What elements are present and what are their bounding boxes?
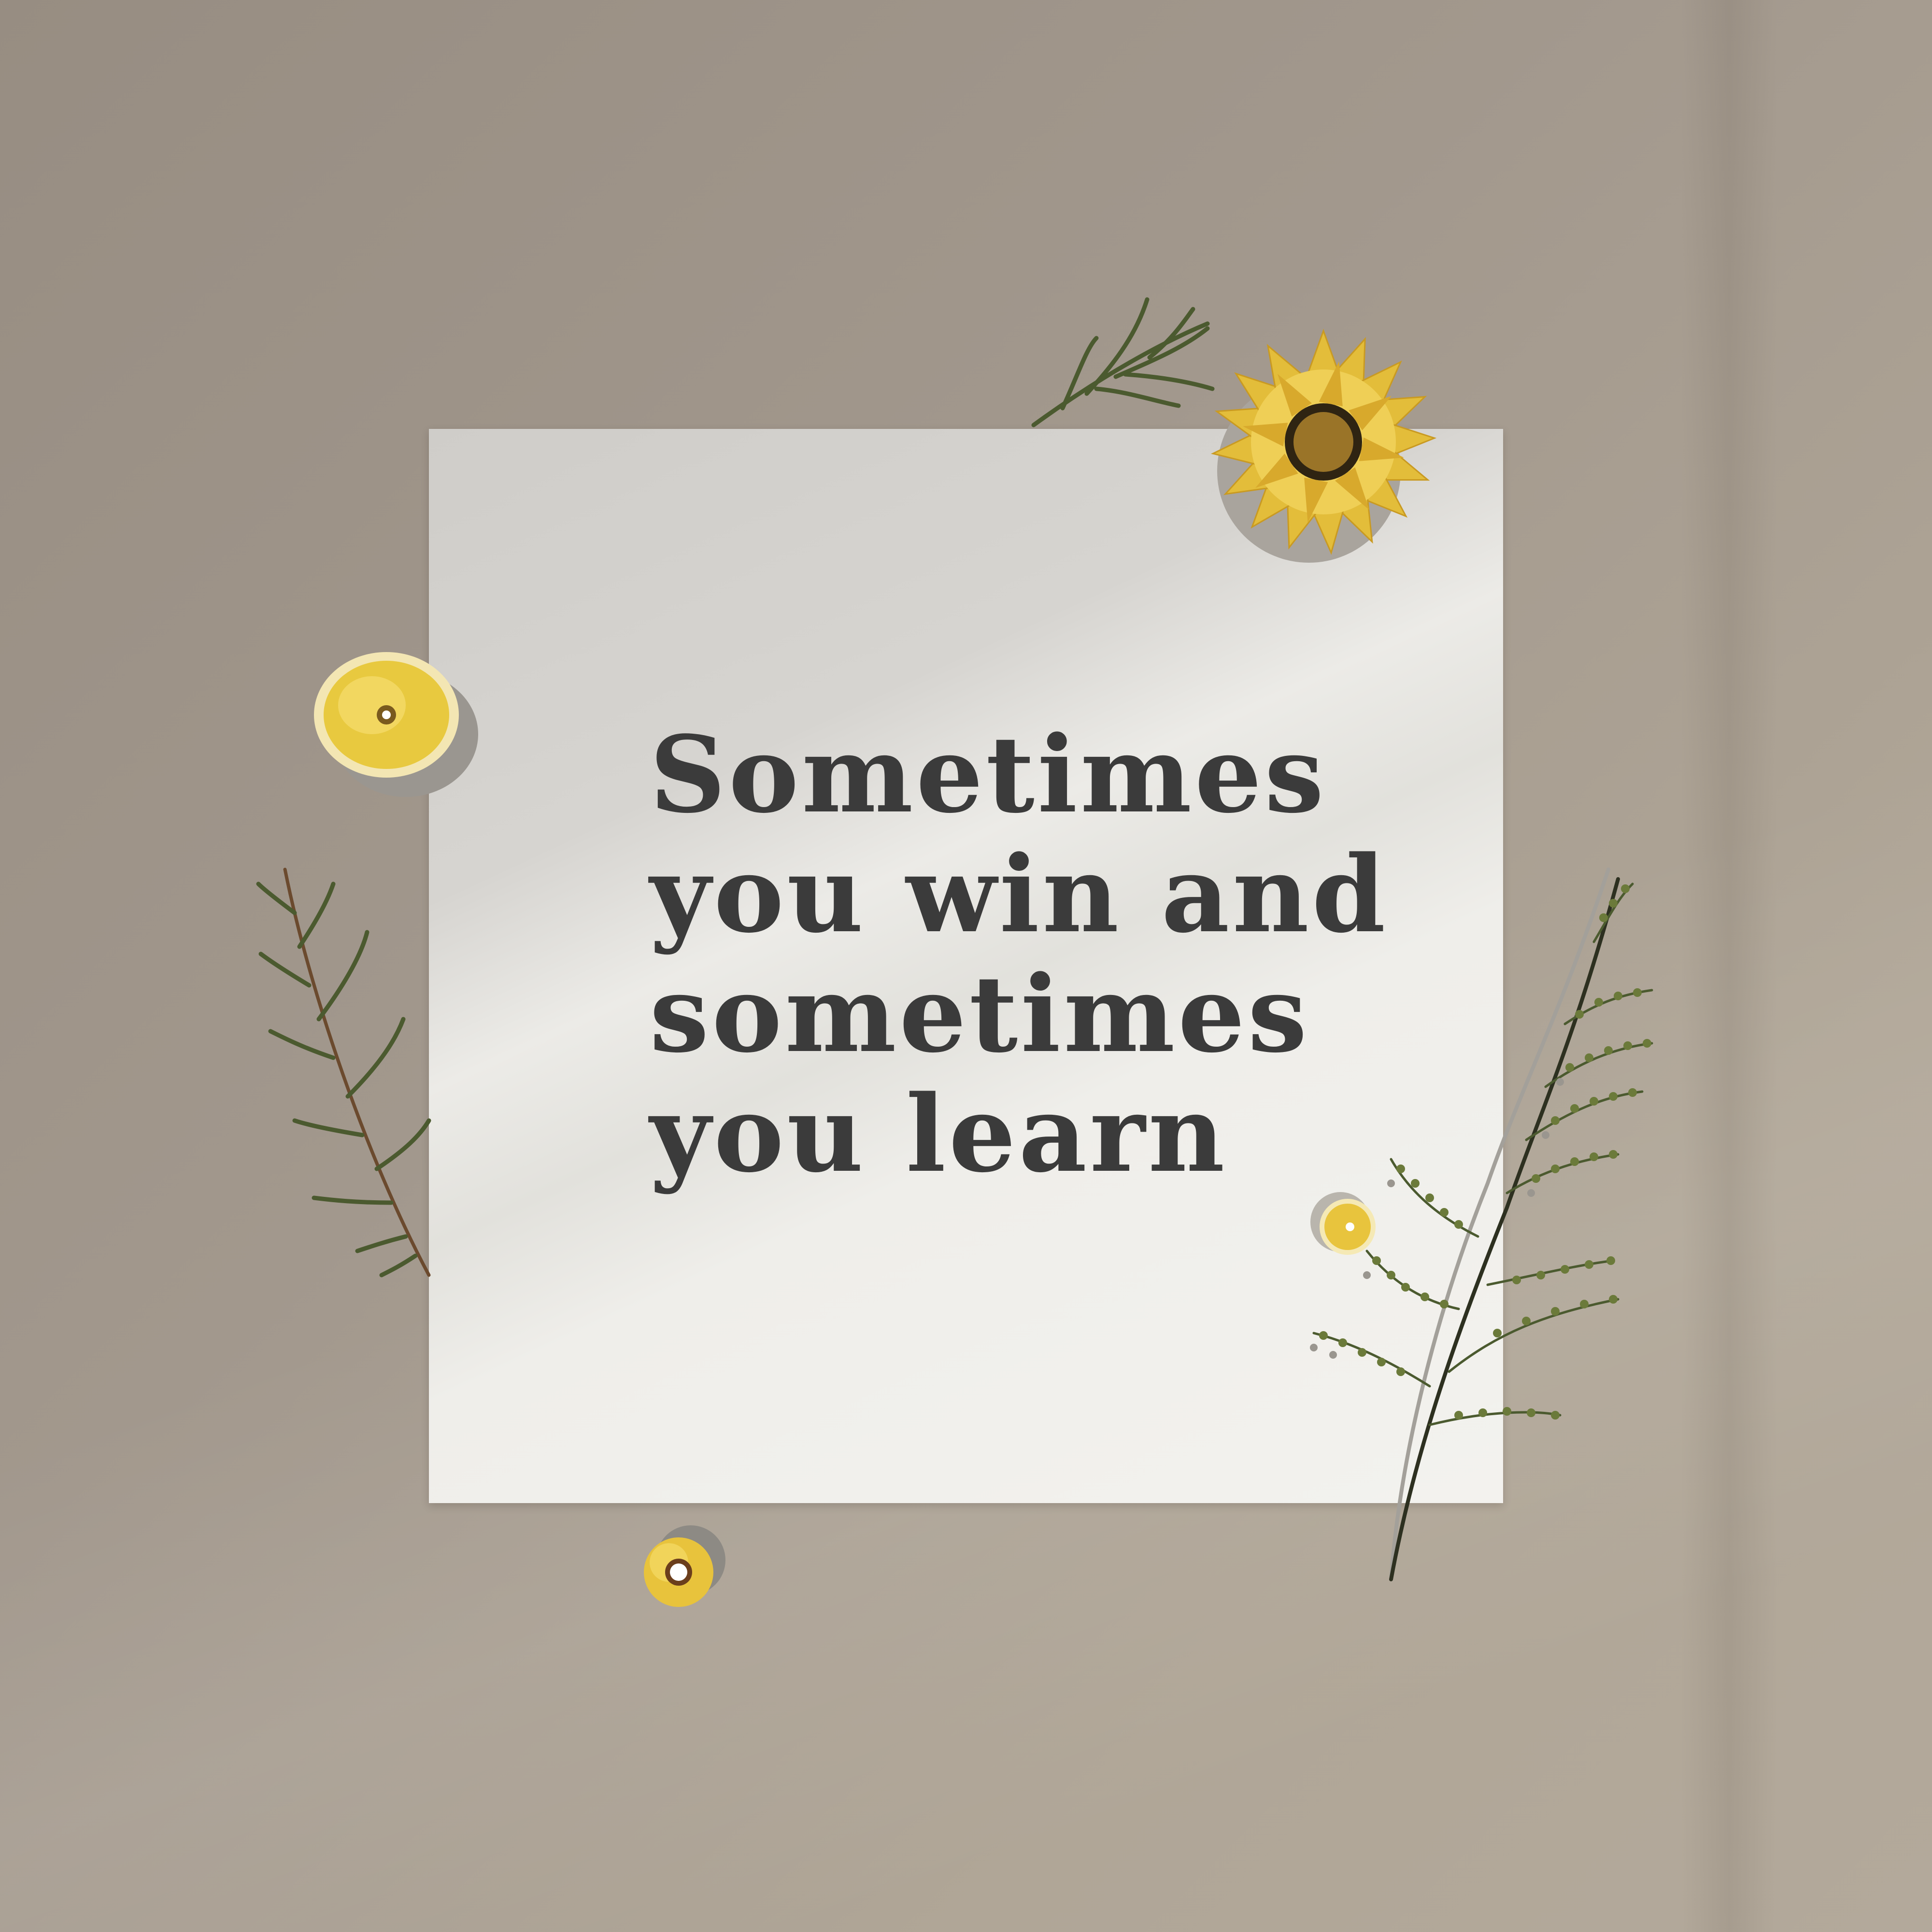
quote-line-1: Sometimes	[650, 713, 1327, 837]
small-yellow-flower-icon	[1310, 1192, 1376, 1255]
sunflower-icon	[1210, 328, 1437, 563]
quote-text: Sometimes you win and sometimes you lear…	[650, 715, 1422, 1194]
left-fern-icon	[256, 867, 431, 1278]
quote-line-2: you win and	[650, 833, 1389, 956]
quote-line-3: sometimes	[650, 952, 1310, 1076]
bottom-yellow-flower-icon	[644, 1525, 725, 1607]
wall-background: Sometimes you win and sometimes you lear…	[0, 0, 1932, 1932]
left-yellow-flower-icon	[314, 652, 478, 797]
top-fern-icon	[1031, 297, 1215, 427]
quote-line-4: you learn	[650, 1072, 1228, 1196]
